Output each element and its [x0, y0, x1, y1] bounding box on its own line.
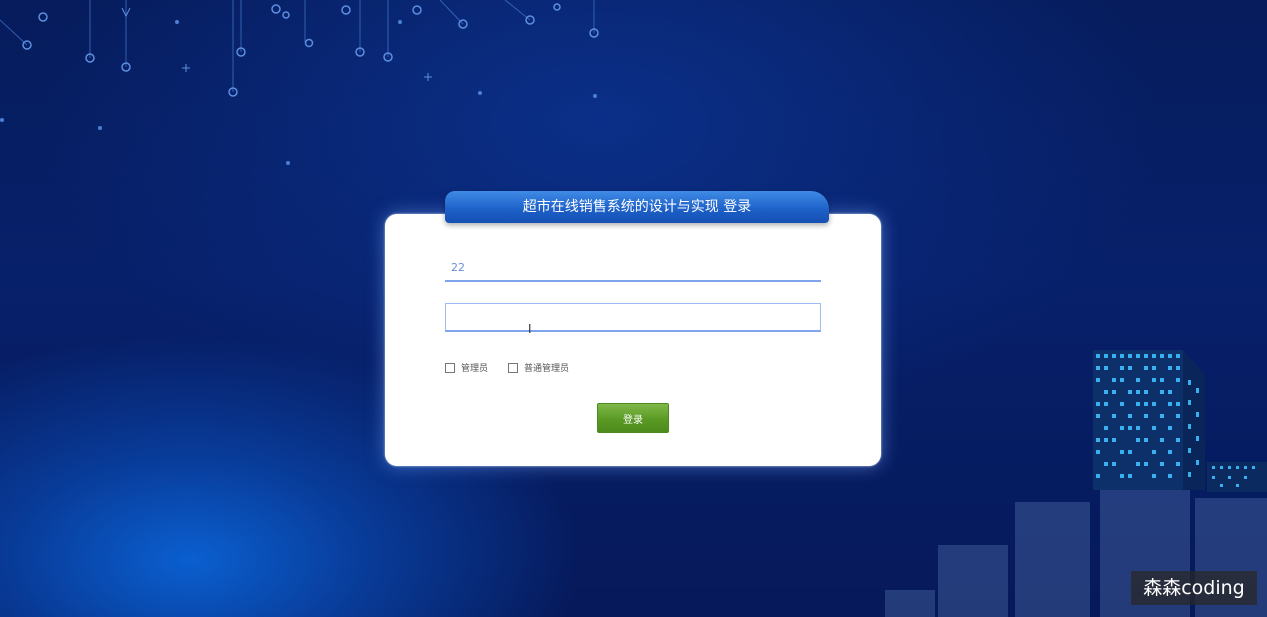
role-normal-admin[interactable]: 普通管理员	[508, 361, 569, 374]
login-title: 超市在线销售系统的设计与实现 登录	[445, 191, 829, 223]
login-button[interactable]: 登录	[597, 403, 669, 433]
watermark: 森森coding	[1131, 571, 1257, 605]
password-input[interactable]	[445, 303, 821, 332]
normal-admin-checkbox[interactable]	[508, 362, 519, 373]
role-normal-admin-label: 普通管理员	[524, 364, 570, 374]
role-options: 管理员 普通管理员	[445, 361, 569, 374]
text-cursor-icon: I	[528, 322, 532, 336]
username-input[interactable]	[445, 254, 821, 282]
role-admin-label: 管理员	[461, 364, 489, 374]
admin-checkbox[interactable]	[445, 362, 455, 373]
login-panel: I 管理员 普通管理员 登录	[385, 214, 881, 466]
role-admin[interactable]: 管理员	[445, 361, 488, 374]
